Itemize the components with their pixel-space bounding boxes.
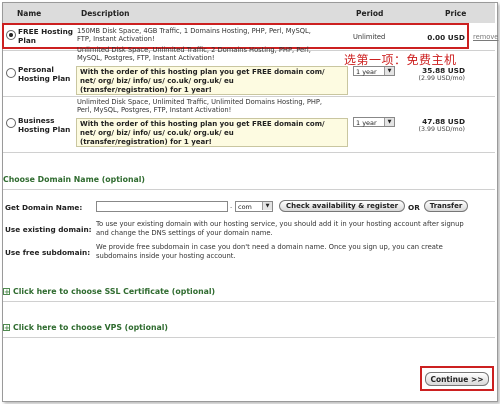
or-text: OR: [408, 203, 420, 212]
tld-select[interactable]: com ▼: [235, 201, 273, 212]
plan-price-personal: 35.88 USD: [422, 66, 465, 75]
domain-name-input[interactable]: [96, 201, 228, 212]
header-period: Period: [356, 9, 384, 18]
plan-price-business: 47.88 USD: [422, 117, 465, 126]
plans-table-header: Name Description Period Price: [3, 3, 495, 23]
header-description: Description: [81, 9, 130, 18]
continue-button[interactable]: Continue >>: [425, 372, 489, 386]
header-name: Name: [17, 9, 42, 18]
period-select-business[interactable]: 1 year ▼: [353, 117, 395, 127]
header-price: Price: [445, 9, 467, 18]
existing-domain-text: To use your existing domain with our hos…: [96, 220, 464, 237]
ssl-certificate-link[interactable]: Click here to choose SSL Certificate (op…: [13, 287, 215, 296]
plan-promo-personal: With the order of this hosting plan you …: [76, 66, 348, 95]
plan-description-business: Unlimited Disk Space, Unlimited Traffic,…: [77, 98, 323, 115]
plan-radio-business[interactable]: [6, 118, 16, 128]
plan-name-business: Business Hosting Plan: [18, 116, 71, 134]
expand-plus-icon[interactable]: +: [3, 324, 10, 332]
chevron-down-icon: ▼: [384, 67, 394, 75]
plan-row-business[interactable]: Business Hosting Plan Unlimited Disk Spa…: [3, 97, 495, 151]
existing-domain-label: Use existing domain:: [5, 225, 92, 234]
plan-description-personal: Unlimited Disk Space, Unlimited Traffic,…: [77, 46, 311, 63]
free-subdomain-text: We provide free subdomain in case you do…: [96, 243, 443, 260]
get-domain-label: Get Domain Name:: [5, 203, 83, 212]
plan-name-personal: Personal Hosting Plan: [18, 65, 71, 83]
plan-radio-personal[interactable]: [6, 68, 16, 78]
domain-dot: .: [230, 202, 233, 210]
section-divider: [3, 337, 495, 338]
section-divider: [3, 301, 495, 302]
domain-section-title: Choose Domain Name (optional): [3, 175, 145, 184]
row-divider: [3, 152, 495, 153]
chevron-down-icon: ▼: [384, 118, 394, 126]
period-select-personal[interactable]: 1 year ▼: [353, 66, 395, 76]
section-divider: [3, 189, 495, 190]
plan-promo-business: With the order of this hosting plan you …: [76, 118, 348, 147]
check-availability-button[interactable]: Check availability & register: [279, 200, 405, 212]
transfer-button[interactable]: Transfer: [424, 200, 468, 212]
remove-link[interactable]: remove: [473, 33, 498, 41]
chevron-down-icon: ▼: [262, 202, 272, 210]
free-subdomain-label: Use free subdomain:: [5, 248, 91, 257]
plan-monthly-business: (3.99 USD/mo): [418, 126, 466, 133]
vps-link[interactable]: Click here to choose VPS (optional): [13, 323, 168, 332]
plan-monthly-personal: (2.99 USD/mo): [418, 75, 466, 82]
plan-row-personal[interactable]: Personal Hosting Plan Unlimited Disk Spa…: [3, 46, 495, 97]
expand-plus-icon[interactable]: +: [3, 288, 10, 296]
